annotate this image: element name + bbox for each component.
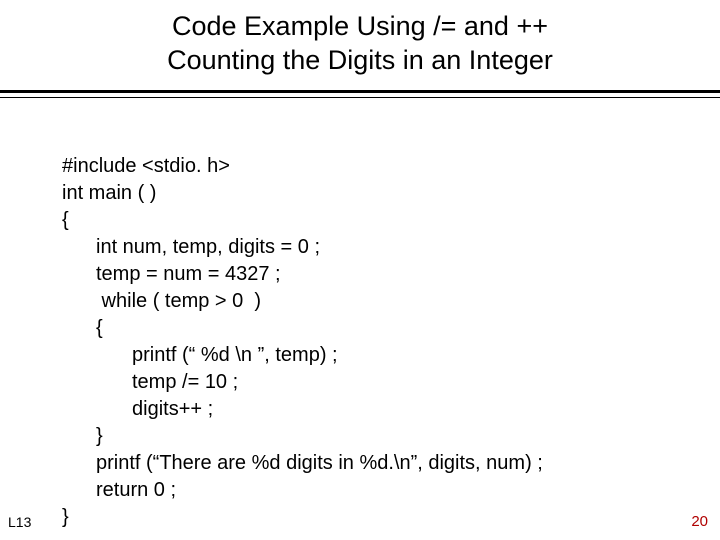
title-line-1: Code Example Using /= and ++ [172,11,548,41]
title-divider-thick [0,90,720,93]
code-line: temp /= 10 ; [62,369,238,396]
slide: Code Example Using /= and ++ Counting th… [0,0,720,540]
code-line: return 0 ; [62,477,176,504]
code-line: int main ( ) [62,182,156,204]
title-divider-thin [0,97,720,98]
title-line-2: Counting the Digits in an Integer [167,45,553,75]
code-line: printf (“ %d \n ”, temp) ; [62,342,338,369]
slide-number: 20 [691,513,708,530]
slide-footer-left: L13 [8,514,31,530]
slide-title: Code Example Using /= and ++ Counting th… [0,0,720,90]
code-line: { [62,209,69,231]
code-line: { [62,315,103,342]
code-line: int num, temp, digits = 0 ; [62,234,320,261]
code-line: digits++ ; [62,396,213,423]
code-example: #include <stdio. h> int main ( ) { int n… [62,126,720,531]
code-line: while ( temp > 0 ) [62,288,261,315]
code-line: } [62,423,103,450]
code-line: #include <stdio. h> [62,155,230,177]
code-line: temp = num = 4327 ; [62,261,281,288]
code-line: printf (“There are %d digits in %d.\n”, … [62,450,543,477]
code-line: } [62,506,69,528]
